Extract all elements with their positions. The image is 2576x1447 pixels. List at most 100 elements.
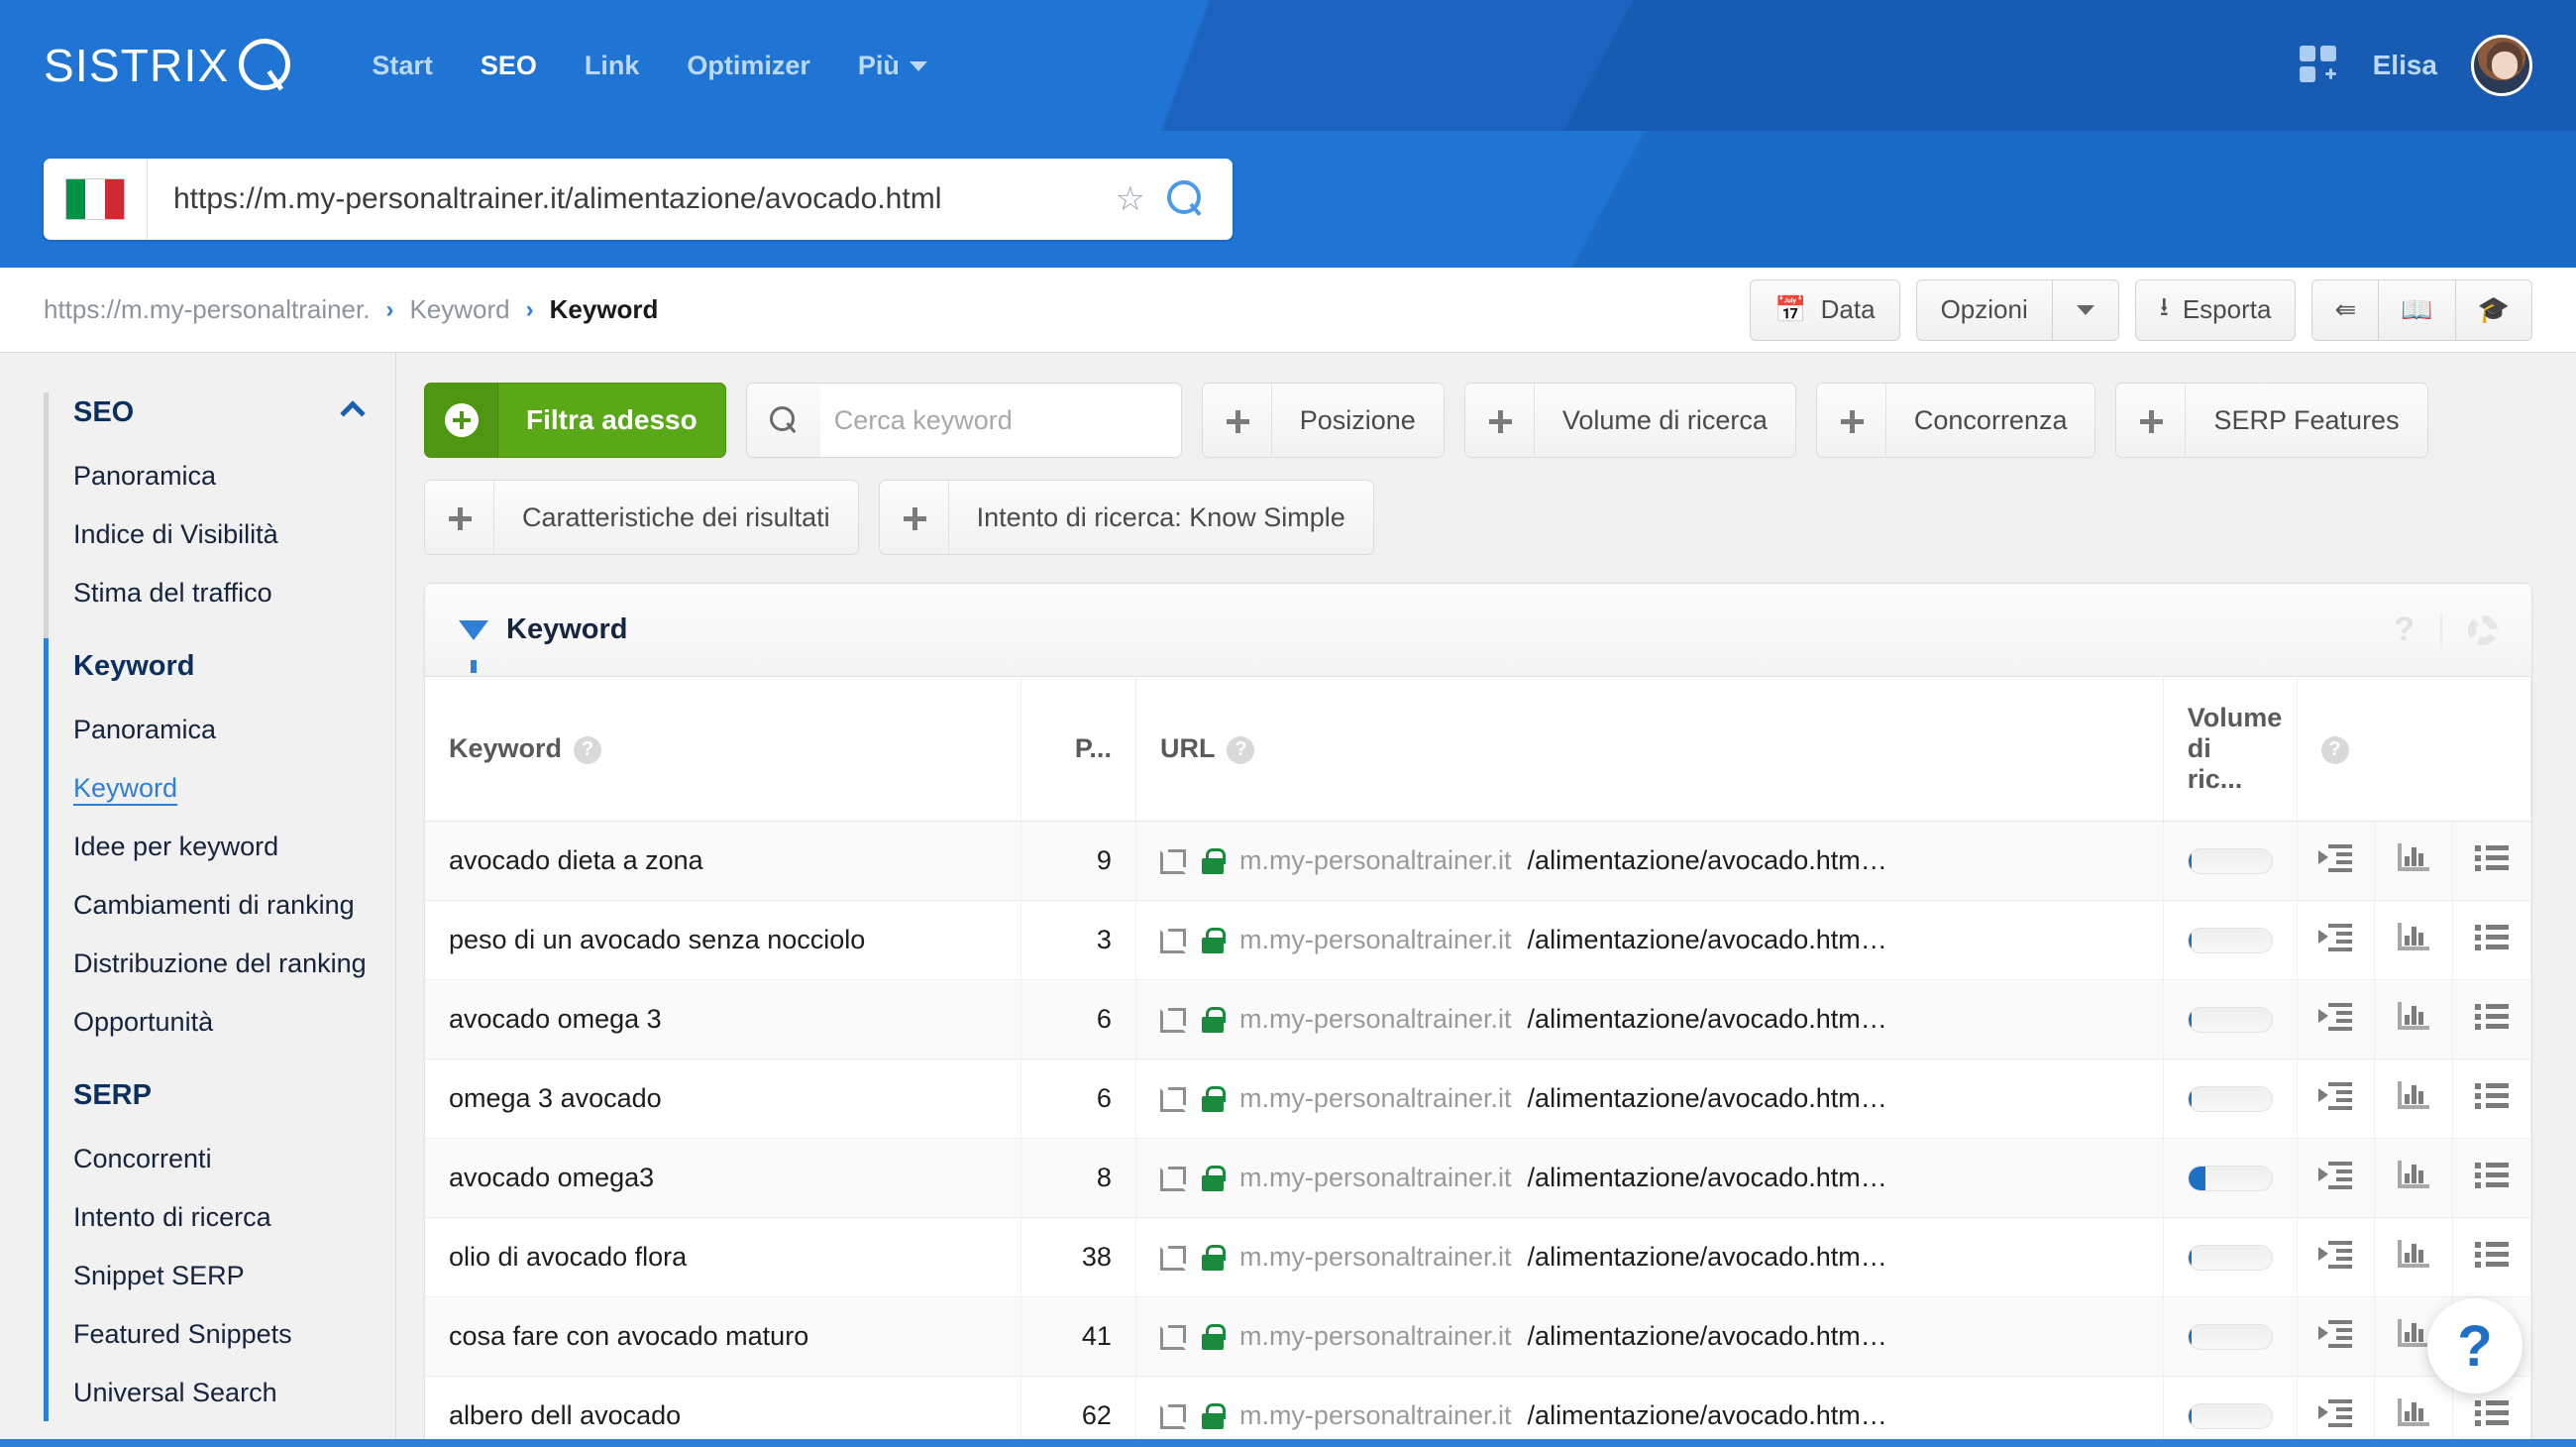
cell-action[interactable]: [2297, 900, 2376, 980]
list-icon[interactable]: [2475, 1002, 2510, 1030]
cell-url[interactable]: m.my-personaltrainer.it/alimentazione/av…: [1135, 1058, 2164, 1139]
filter-chip-caratteristiche-dei-risultati[interactable]: Caratteristiche dei risultati: [424, 480, 859, 555]
external-link-icon[interactable]: [1159, 1245, 1186, 1271]
sidebar-item-snippet-serp[interactable]: Snippet SERP: [73, 1247, 395, 1305]
sidebar-group-header-serp[interactable]: SERP: [73, 1052, 395, 1130]
indent-icon[interactable]: [2318, 1081, 2353, 1110]
sidebar-item-intento-di-ricerca[interactable]: Intento di ricerca: [73, 1188, 395, 1247]
cell-action[interactable]: [2374, 1058, 2454, 1139]
sidebar-item-indice-di-visibilit-[interactable]: Indice di Visibilità: [73, 505, 395, 564]
user-name[interactable]: Elisa: [2373, 50, 2437, 81]
cell-action[interactable]: [2452, 1217, 2531, 1297]
filter-chip-serp-features[interactable]: SERP Features: [2115, 383, 2428, 458]
nav-item-link[interactable]: Link: [561, 41, 664, 91]
column-header-position[interactable]: P...: [1020, 677, 1136, 822]
url-input[interactable]: https://m.my-personaltrainer.it/alimenta…: [148, 182, 1116, 216]
cell-action[interactable]: [2374, 821, 2454, 901]
external-link-icon[interactable]: [1159, 1166, 1186, 1191]
question-mark-icon[interactable]: ?: [574, 735, 602, 764]
table-row[interactable]: cosa fare con avocado maturo 41 m.my-perso…: [425, 1296, 2531, 1377]
sidebar-item-distribuzione-del-ranking[interactable]: Distribuzione del ranking: [73, 935, 395, 993]
options-button[interactable]: Opzioni: [1915, 278, 2053, 341]
cell-action[interactable]: [2452, 979, 2531, 1059]
date-button[interactable]: 📅 Data: [1750, 278, 1900, 341]
breadcrumb-middle[interactable]: Keyword: [409, 294, 509, 325]
question-mark-icon[interactable]: ?: [1227, 735, 1255, 764]
list-icon[interactable]: [2475, 1240, 2510, 1268]
cell-keyword[interactable]: peso di un avocado senza nocciolo: [425, 900, 1021, 980]
cell-action[interactable]: [2452, 900, 2531, 980]
cell-action[interactable]: [2374, 1376, 2454, 1447]
cell-action[interactable]: [2452, 1138, 2531, 1218]
question-mark-icon[interactable]: ?: [2394, 611, 2415, 649]
table-row[interactable]: avocado omega 3 6 m.my-personaltrainer.it /…: [425, 979, 2531, 1059]
table-row[interactable]: peso di un avocado senza nocciolo 3 m.my-p…: [425, 900, 2531, 980]
sidebar-item-universal-search[interactable]: Universal Search: [73, 1364, 395, 1422]
cell-keyword[interactable]: olio di avocado flora: [425, 1217, 1021, 1297]
external-link-icon[interactable]: [1159, 1086, 1186, 1112]
sidebar-item-featured-snippets[interactable]: Featured Snippets: [73, 1305, 395, 1364]
grid-add-icon[interactable]: [2299, 46, 2339, 85]
external-link-icon[interactable]: [1159, 1403, 1186, 1429]
bar-chart-icon[interactable]: [2397, 1161, 2430, 1188]
indent-icon[interactable]: [2318, 1161, 2353, 1189]
sidebar-item-cambiamenti-di-ranking[interactable]: Cambiamenti di ranking: [73, 876, 395, 935]
list-icon[interactable]: [2475, 1081, 2510, 1109]
column-header-keyword[interactable]: Keyword?: [425, 677, 1021, 822]
bar-chart-icon[interactable]: [2397, 923, 2430, 950]
question-mark-icon[interactable]: ?: [2320, 735, 2349, 764]
export-button[interactable]: ⭳ Esporta: [2134, 278, 2297, 341]
cell-url[interactable]: m.my-personaltrainer.it/alimentazione/av…: [1135, 979, 2164, 1059]
indent-icon[interactable]: [2318, 1240, 2353, 1269]
sidebar-item-stima-del-traffico[interactable]: Stima del traffico: [73, 564, 395, 622]
cell-keyword[interactable]: albero dell avocado: [425, 1376, 1021, 1447]
academy-button[interactable]: 🎓: [2455, 278, 2532, 341]
nav-item-start[interactable]: Start: [348, 41, 457, 91]
cell-action[interactable]: [2297, 1058, 2376, 1139]
table-row[interactable]: albero dell avocado 62 m.my-personaltraine…: [425, 1376, 2531, 1447]
gear-icon[interactable]: [2468, 614, 2498, 645]
help-fab-button[interactable]: ?: [2427, 1298, 2522, 1393]
indent-icon[interactable]: [2318, 1002, 2353, 1031]
bar-chart-icon[interactable]: [2397, 1002, 2430, 1030]
list-icon[interactable]: [2475, 923, 2510, 950]
bar-chart-icon[interactable]: [2397, 1081, 2430, 1109]
star-icon[interactable]: ☆: [1116, 179, 1167, 219]
share-button[interactable]: ⇚: [2311, 278, 2380, 341]
brand-logo[interactable]: SISTRIX: [44, 39, 291, 92]
cell-action[interactable]: [2374, 979, 2454, 1059]
cell-url[interactable]: m.my-personaltrainer.it/alimentazione/av…: [1135, 900, 2164, 980]
cell-url[interactable]: m.my-personaltrainer.it/alimentazione/av…: [1135, 1376, 2164, 1447]
bar-chart-icon[interactable]: [2397, 1240, 2430, 1268]
keyword-search-field[interactable]: [745, 383, 1182, 458]
indent-icon[interactable]: [2318, 923, 2353, 951]
column-header-url[interactable]: URL?: [1135, 677, 2164, 822]
options-dropdown-toggle[interactable]: [2052, 278, 2119, 341]
external-link-icon[interactable]: [1159, 928, 1186, 953]
table-row[interactable]: avocado omega3 8 m.my-personaltrainer.it/a…: [425, 1138, 2531, 1218]
search-icon[interactable]: [1167, 180, 1205, 218]
cell-url[interactable]: m.my-personaltrainer.it/alimentazione/av…: [1135, 1296, 2164, 1377]
cell-action[interactable]: [2374, 1217, 2454, 1297]
cell-action[interactable]: [2452, 1058, 2531, 1139]
cell-action[interactable]: [2374, 900, 2454, 980]
cell-action[interactable]: [2297, 1217, 2376, 1297]
external-link-icon[interactable]: [1159, 1324, 1186, 1350]
sidebar-group-header-seo[interactable]: SEO: [73, 389, 395, 447]
sidebar-item-panoramica[interactable]: Panoramica: [73, 447, 395, 505]
cell-action[interactable]: [2297, 1138, 2376, 1218]
filter-chip-concorrenza[interactable]: Concorrenza: [1815, 383, 2096, 458]
bar-chart-icon[interactable]: [2397, 843, 2430, 871]
cell-action[interactable]: [2297, 1376, 2376, 1447]
nav-item-seo[interactable]: SEO: [457, 41, 561, 91]
apply-filter-button[interactable]: Filtra adesso: [424, 383, 726, 458]
table-row[interactable]: avocado dieta a zona 9 m.my-personaltraine…: [425, 821, 2531, 901]
cell-url[interactable]: m.my-personaltrainer.it/alimentazione/av…: [1135, 1217, 2164, 1297]
cell-keyword[interactable]: cosa fare con avocado maturo: [425, 1296, 1021, 1377]
nav-item-pi-[interactable]: Più: [834, 41, 951, 91]
cell-keyword[interactable]: avocado omega 3: [425, 979, 1021, 1059]
sidebar-item-idee-per-keyword[interactable]: Idee per keyword: [73, 818, 395, 876]
avatar[interactable]: [2471, 35, 2532, 96]
table-row[interactable]: olio di avocado flora 38 m.my-personaltrai…: [425, 1217, 2531, 1297]
indent-icon[interactable]: [2318, 1398, 2353, 1427]
